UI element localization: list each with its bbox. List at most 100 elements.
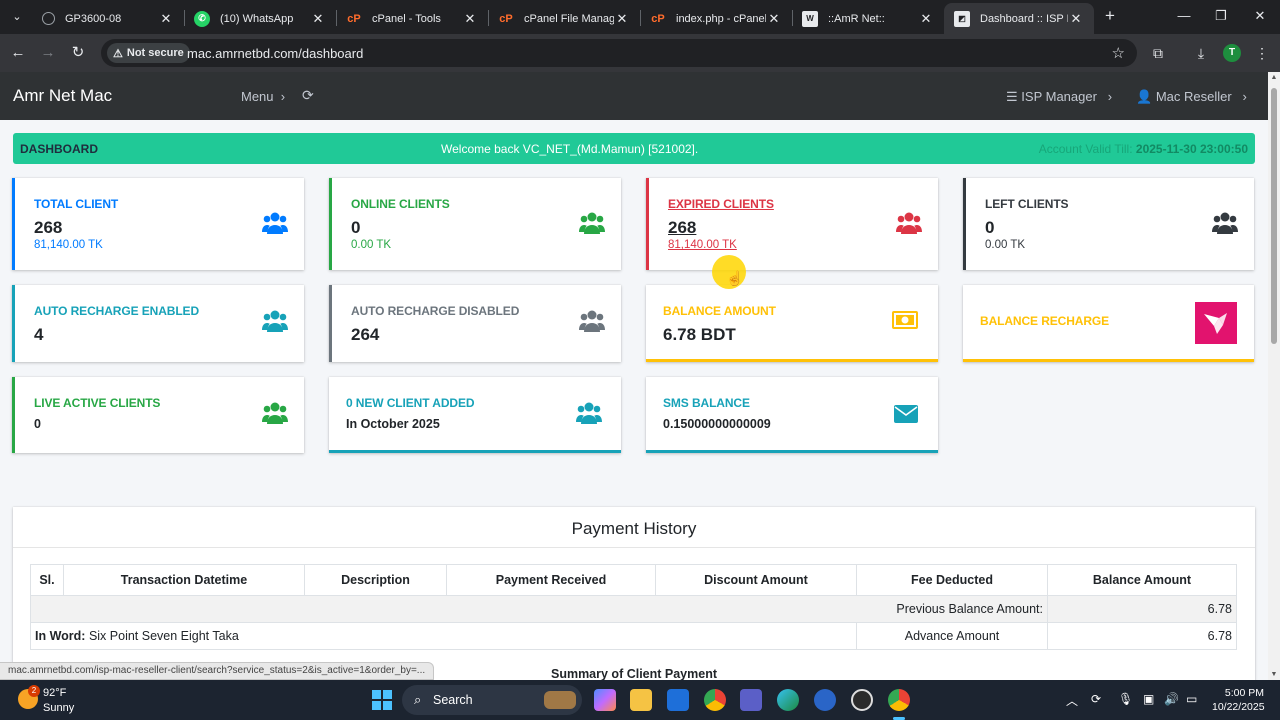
- search-label: Search: [433, 693, 473, 707]
- card-new-client-added[interactable]: 0 NEW CLIENT ADDED In October 2025: [329, 377, 621, 453]
- volume-icon[interactable]: 🔊: [1164, 692, 1179, 706]
- taskbar-clock[interactable]: 5:00 PM 10/22/2025: [1212, 686, 1265, 714]
- security-chip[interactable]: ⚠ Not secure: [107, 43, 190, 63]
- media-player-icon[interactable]: [851, 689, 873, 711]
- tab-title: GP3600-08: [65, 12, 122, 25]
- window-close-icon[interactable]: ✕: [1250, 6, 1270, 26]
- card-title: SMS BALANCE: [663, 396, 750, 410]
- browser-tab-5[interactable]: cP index.php - cPanel Fi ✕: [640, 3, 792, 34]
- card-value: 0: [351, 218, 361, 237]
- browser-tab-3[interactable]: cP cPanel - Tools ✕: [336, 3, 488, 34]
- card-balance-recharge[interactable]: BALANCE RECHARGE: [963, 285, 1254, 362]
- copilot-icon[interactable]: [594, 689, 616, 711]
- scroll-down-arrow-icon[interactable]: ▼: [1270, 671, 1278, 678]
- profile-avatar[interactable]: T: [1223, 44, 1241, 62]
- weather-badge: 2: [28, 685, 40, 697]
- browser-tab-2[interactable]: ✆ (10) WhatsApp ✕: [184, 3, 336, 34]
- more-vertical-icon[interactable]: ⋮: [1252, 43, 1272, 63]
- in-word-label: In Word:: [35, 629, 86, 643]
- refresh-icon[interactable]: ⟳: [302, 87, 314, 104]
- users-icon: [262, 402, 288, 424]
- address-bar[interactable]: ⚠ Not secure mac.amrnetbd.com/dashboard …: [101, 39, 1137, 67]
- payment-history-title: Payment History: [571, 519, 697, 538]
- envelope-icon: [894, 405, 918, 423]
- site-icon: W: [802, 10, 818, 27]
- battery-icon[interactable]: ▭: [1186, 692, 1197, 706]
- browser-tab-6[interactable]: W ::AmR Net:: ✕: [792, 3, 944, 34]
- card-amount: 81,140.00 TK: [34, 239, 103, 251]
- card-sms-balance[interactable]: SMS BALANCE 0.15000000000009: [646, 377, 938, 453]
- reload-icon[interactable]: ↻: [68, 43, 88, 63]
- restore-icon[interactable]: ❐: [1211, 6, 1231, 26]
- network-icon[interactable]: ▣: [1143, 692, 1154, 706]
- edge-icon[interactable]: [777, 689, 799, 711]
- file-explorer-icon[interactable]: [630, 689, 652, 711]
- bkash-logo[interactable]: [1195, 302, 1237, 344]
- isp-manager-menu[interactable]: ☰ ISP Manager ›: [1006, 89, 1112, 105]
- menu-link[interactable]: Menu ›: [241, 89, 285, 104]
- security-label: Not secure: [126, 47, 184, 59]
- scrollbar-thumb[interactable]: [1271, 88, 1277, 344]
- warning-triangle-icon: ⚠: [113, 47, 123, 60]
- cpanel-icon: cP: [651, 12, 665, 25]
- tab-close-icon[interactable]: ✕: [1068, 11, 1084, 27]
- brand-logo-text[interactable]: Amr Net Mac: [13, 86, 112, 106]
- app-icon[interactable]: [814, 689, 836, 711]
- browser-tab-4[interactable]: cP cPanel File Manager ✕: [488, 3, 640, 34]
- chevron-right-icon: ›: [1235, 89, 1247, 104]
- users-icon: [579, 212, 605, 234]
- forward-arrow-icon[interactable]: →: [38, 43, 58, 63]
- user-menu[interactable]: 👤 Mac Reseller ›: [1136, 89, 1247, 105]
- browser-tab-1[interactable]: GP3600-08 ✕: [32, 3, 184, 34]
- server-icon: ☰: [1006, 89, 1022, 104]
- chrome-active-icon[interactable]: [888, 689, 910, 711]
- tab-close-icon[interactable]: ✕: [766, 11, 782, 27]
- site-icon: ◩: [954, 10, 970, 27]
- tab-close-icon[interactable]: ✕: [918, 11, 934, 27]
- table-header-row: Sl. Transaction Datetime Description Pay…: [30, 564, 1237, 596]
- bookmark-star-icon[interactable]: ☆: [1112, 44, 1125, 62]
- browser-tab-strip: ⌄ GP3600-08 ✕ ✆ (10) WhatsApp ✕ cP cPane…: [0, 0, 1280, 34]
- tab-search-chevron-icon[interactable]: ⌄: [6, 7, 28, 27]
- card-value: 4: [34, 325, 44, 344]
- card-balance-amount[interactable]: BALANCE AMOUNT 6.78 BDT: [646, 285, 938, 362]
- tab-close-icon[interactable]: ✕: [614, 11, 630, 27]
- sync-icon[interactable]: ⟳: [1091, 692, 1101, 706]
- chevron-up-icon[interactable]: ︿: [1066, 692, 1078, 709]
- tab-close-icon[interactable]: ✕: [158, 11, 174, 27]
- taskbar-search[interactable]: ⌕ Search: [402, 685, 582, 715]
- chrome-icon[interactable]: [704, 689, 726, 711]
- card-amount: 81,140.00 TK: [668, 239, 737, 251]
- card-title-link[interactable]: EXPIRED CLIENTS: [668, 197, 774, 211]
- tab-close-icon[interactable]: ✕: [310, 11, 326, 27]
- chevron-right-icon: ›: [277, 89, 286, 104]
- microphone-icon[interactable]: 🎙: [1118, 692, 1133, 706]
- outlook-icon[interactable]: [667, 689, 689, 711]
- new-tab-plus-icon[interactable]: +: [1100, 6, 1120, 26]
- card-auto-recharge-enabled[interactable]: AUTO RECHARGE ENABLED 4: [12, 285, 304, 362]
- minimize-icon[interactable]: —: [1174, 6, 1194, 26]
- extensions-puzzle-icon[interactable]: ⧉: [1148, 43, 1168, 63]
- card-value: 6.78 BDT: [663, 325, 736, 344]
- card-online-clients[interactable]: ONLINE CLIENTS 0 0.00 TK: [329, 178, 621, 270]
- card-value: 264: [351, 325, 380, 344]
- card-auto-recharge-disabled[interactable]: AUTO RECHARGE DISABLED 264: [329, 285, 621, 362]
- browser-tab-7-active[interactable]: ◩ Dashboard :: ISP De ✕: [944, 3, 1094, 34]
- card-total-client[interactable]: TOTAL CLIENT 268 81,140.00 TK: [12, 178, 304, 270]
- card-expired-clients[interactable]: EXPIRED CLIENTS 268 81,140.00 TK: [646, 178, 938, 270]
- welcome-alert: DASHBOARD Welcome back VC_NET_(Md.Mamun)…: [13, 133, 1255, 164]
- search-highlight-image: [544, 691, 576, 709]
- money-bill-icon: [892, 311, 918, 329]
- card-live-active-clients[interactable]: LIVE ACTIVE CLIENTS 0: [12, 377, 304, 453]
- card-left-clients[interactable]: LEFT CLIENTS 0 0.00 TK: [963, 178, 1254, 270]
- tab-close-icon[interactable]: ✕: [462, 11, 478, 27]
- link-status-bar: mac.amrnetbd.com/isp-mac-reseller-client…: [0, 662, 435, 680]
- windows-start-icon[interactable]: [372, 690, 392, 710]
- url-text[interactable]: mac.amrnetbd.com/dashboard: [187, 46, 363, 61]
- back-arrow-icon[interactable]: ←: [8, 43, 28, 63]
- teams-icon[interactable]: [740, 689, 762, 711]
- temperature: 92°F: [43, 687, 67, 699]
- scroll-up-arrow-icon[interactable]: ▲: [1270, 74, 1278, 81]
- page-scrollbar[interactable]: ▲ ▼: [1268, 72, 1280, 680]
- download-icon[interactable]: ⤓: [1191, 43, 1211, 63]
